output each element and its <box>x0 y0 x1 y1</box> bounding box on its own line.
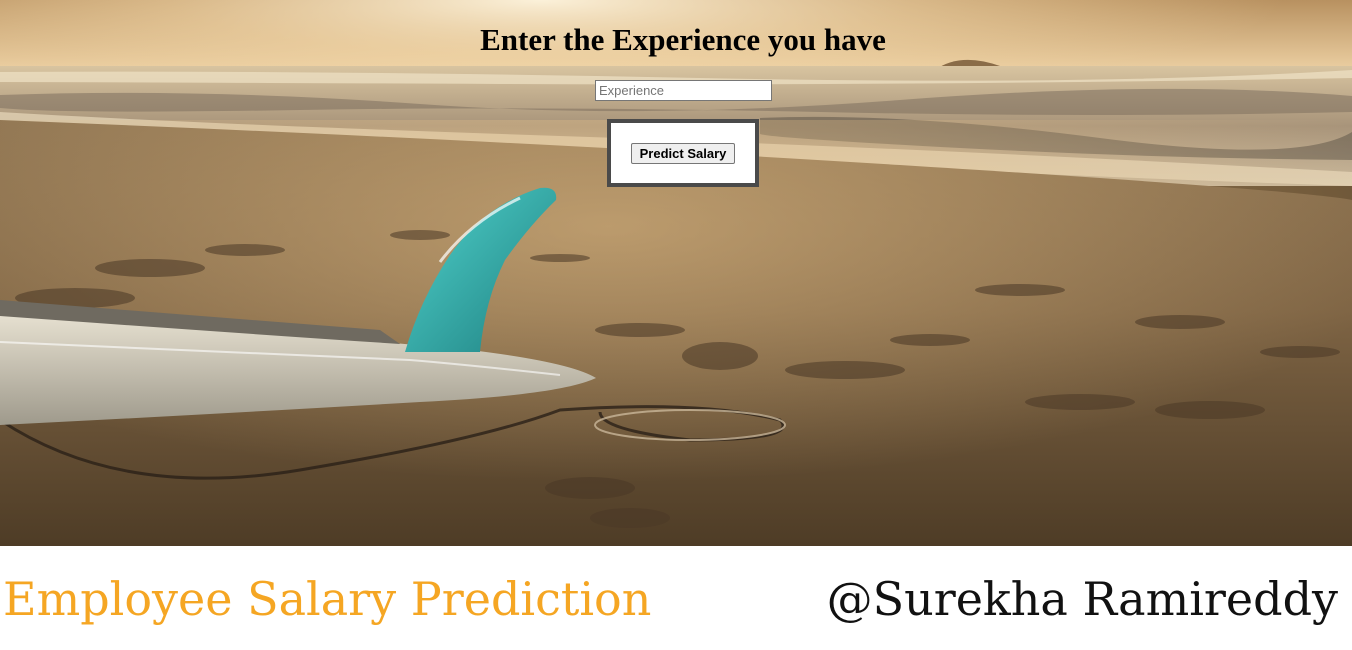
footer-title: Employee Salary Prediction <box>3 572 652 626</box>
footer-banner: Employee Salary Prediction @Surekha Rami… <box>0 546 1352 650</box>
experience-input[interactable] <box>595 80 772 101</box>
footer-author: @Surekha Ramireddy <box>826 572 1338 626</box>
predict-button-container: Predict Salary <box>607 119 759 187</box>
hero-section: Enter the Experience you have Predict Sa… <box>0 0 1352 546</box>
page-heading: Enter the Experience you have <box>480 22 886 57</box>
predict-salary-button[interactable]: Predict Salary <box>631 143 735 164</box>
